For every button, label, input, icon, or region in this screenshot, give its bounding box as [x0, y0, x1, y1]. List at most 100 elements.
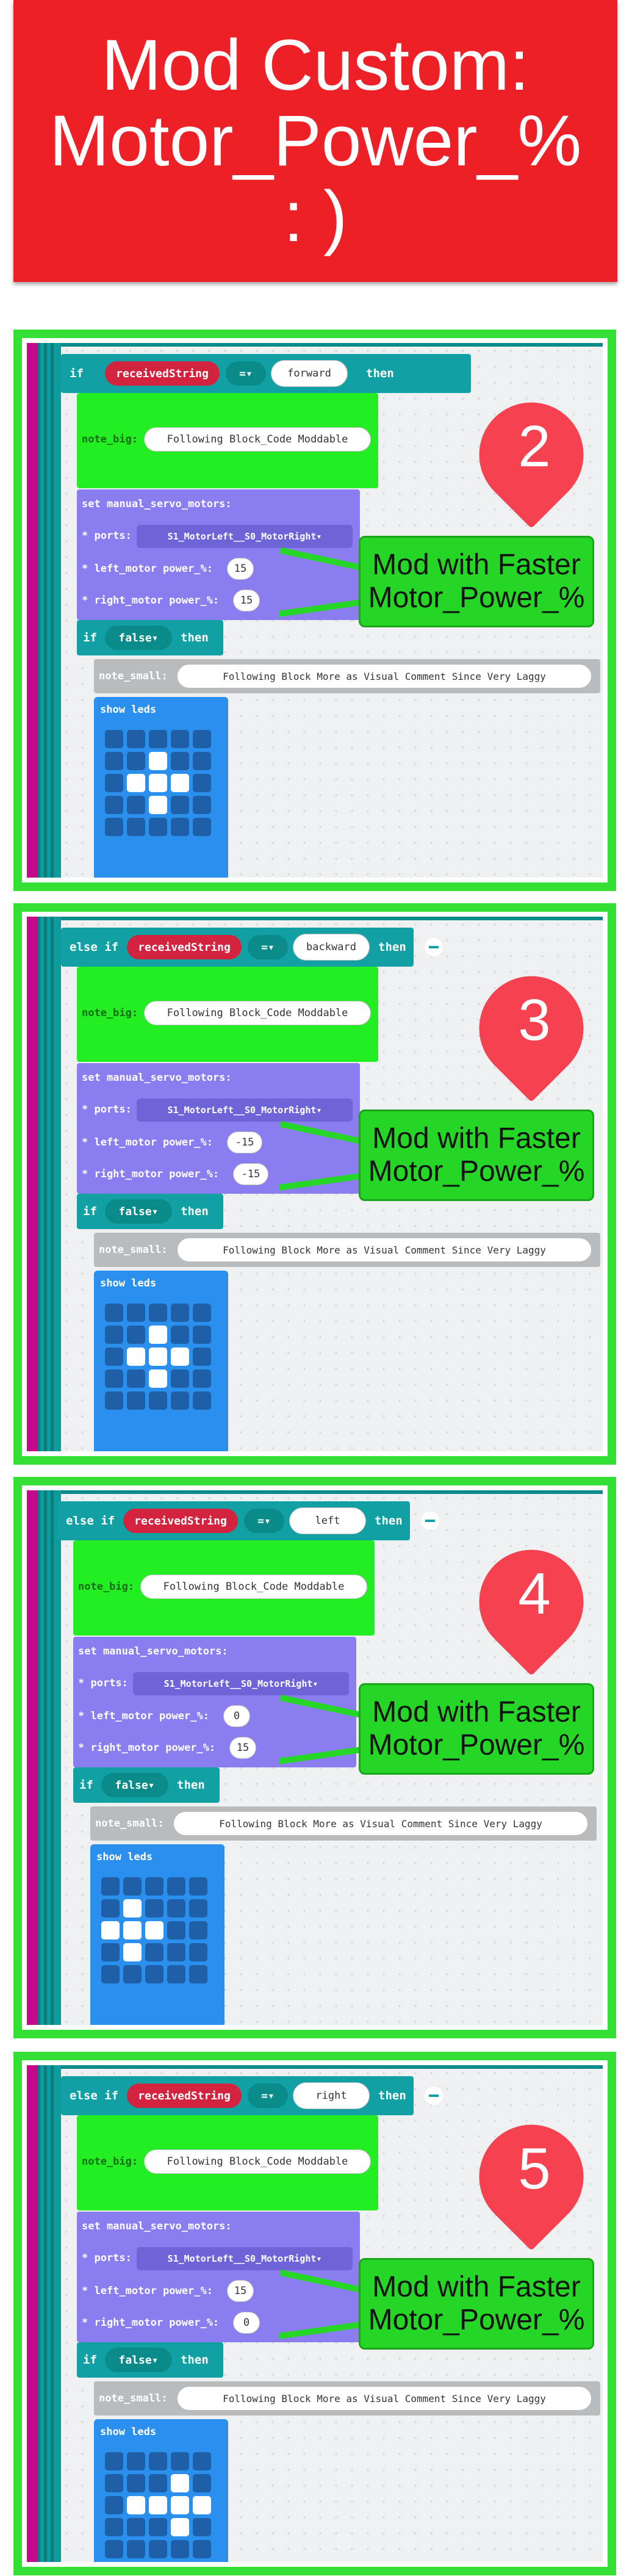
led-cell[interactable]: [101, 1943, 120, 1961]
led-cell[interactable]: [123, 1921, 142, 1939]
minus-circle-icon[interactable]: [425, 938, 443, 956]
led-cell[interactable]: [171, 1304, 189, 1322]
led-cell[interactable]: [105, 752, 123, 770]
note-small-block[interactable]: note_small: Following Block More as Visua…: [90, 1806, 597, 1841]
led-matrix[interactable]: [101, 1877, 207, 1983]
led-cell[interactable]: [167, 1943, 185, 1961]
led-cell[interactable]: [105, 2474, 123, 2492]
led-cell[interactable]: [149, 774, 167, 792]
if-false-block[interactable]: if false ▾ then: [73, 1767, 220, 1803]
led-cell[interactable]: [105, 2496, 123, 2514]
note-small-text-input[interactable]: Following Block More as Visual Comment S…: [173, 1811, 588, 1836]
if-false-block[interactable]: if false ▾ then: [77, 2342, 223, 2378]
led-cell[interactable]: [123, 1943, 142, 1961]
led-cell[interactable]: [167, 1965, 185, 1983]
led-cell[interactable]: [105, 730, 123, 748]
led-cell[interactable]: [145, 1877, 163, 1896]
led-cell[interactable]: [101, 1877, 120, 1896]
ports-dropdown[interactable]: S1_MotorLeft__S0_MotorRight ▾: [137, 2247, 353, 2270]
led-cell[interactable]: [189, 1943, 207, 1961]
ports-dropdown[interactable]: S1_MotorLeft__S0_MotorRight ▾: [137, 1099, 353, 1122]
led-cell[interactable]: [193, 774, 211, 792]
ports-dropdown[interactable]: S1_MotorLeft__S0_MotorRight ▾: [137, 525, 353, 548]
led-cell[interactable]: [193, 1304, 211, 1322]
left-motor-power-input[interactable]: 0: [223, 1705, 250, 1727]
left-motor-power-input[interactable]: 15: [227, 2280, 254, 2302]
led-cell[interactable]: [167, 1877, 185, 1896]
led-cell[interactable]: [127, 2496, 145, 2514]
led-cell[interactable]: [145, 1965, 163, 1983]
led-cell[interactable]: [149, 1304, 167, 1322]
led-cell[interactable]: [149, 2518, 167, 2536]
led-cell[interactable]: [193, 818, 211, 836]
led-cell[interactable]: [149, 1369, 167, 1388]
led-cell[interactable]: [193, 1348, 211, 1366]
variable-receivedString[interactable]: receivedString: [105, 361, 220, 386]
led-cell[interactable]: [105, 2540, 123, 2558]
led-cell[interactable]: [127, 2474, 145, 2492]
led-cell[interactable]: [149, 2496, 167, 2514]
led-cell[interactable]: [127, 796, 145, 814]
right-motor-power-input[interactable]: 15: [233, 590, 260, 612]
led-cell[interactable]: [127, 1348, 145, 1366]
led-cell[interactable]: [171, 818, 189, 836]
if-false-block[interactable]: if false ▾ then: [77, 1194, 223, 1229]
led-cell[interactable]: [105, 1369, 123, 1388]
right-motor-power-input[interactable]: -15: [233, 1163, 268, 1185]
right-motor-power-input[interactable]: 15: [229, 1737, 256, 1759]
led-cell[interactable]: [127, 2452, 145, 2470]
note-small-block[interactable]: note_small: Following Block More as Visua…: [94, 659, 600, 693]
led-cell[interactable]: [149, 1391, 167, 1410]
led-cell[interactable]: [171, 1348, 189, 1366]
led-cell[interactable]: [101, 1921, 120, 1939]
led-cell[interactable]: [105, 774, 123, 792]
led-cell[interactable]: [149, 2474, 167, 2492]
led-cell[interactable]: [171, 2540, 189, 2558]
led-cell[interactable]: [171, 730, 189, 748]
led-cell[interactable]: [193, 2540, 211, 2558]
led-cell[interactable]: [193, 730, 211, 748]
note-big-text-input[interactable]: Following Block_Code Moddable: [144, 427, 371, 452]
led-cell[interactable]: [171, 2496, 189, 2514]
direction-string-input[interactable]: left: [289, 1507, 366, 1534]
led-cell[interactable]: [149, 1326, 167, 1344]
led-cell[interactable]: [145, 1921, 163, 1939]
led-cell[interactable]: [127, 730, 145, 748]
led-cell[interactable]: [171, 796, 189, 814]
note-small-block[interactable]: note_small: Following Block More as Visua…: [94, 1233, 600, 1267]
led-cell[interactable]: [193, 752, 211, 770]
led-cell[interactable]: [127, 2518, 145, 2536]
led-cell[interactable]: [193, 1369, 211, 1388]
led-cell[interactable]: [145, 1899, 163, 1918]
variable-receivedString[interactable]: receivedString: [127, 935, 242, 959]
led-cell[interactable]: [149, 1348, 167, 1366]
led-cell[interactable]: [105, 1348, 123, 1366]
led-cell[interactable]: [193, 2474, 211, 2492]
led-cell[interactable]: [171, 2452, 189, 2470]
show-leds-block[interactable]: show leds: [94, 697, 228, 878]
false-dropdown[interactable]: false ▾: [105, 626, 172, 650]
led-matrix[interactable]: [105, 1304, 211, 1410]
note-big-block[interactable]: note_big: Following Block_Code Moddable: [73, 1540, 375, 1636]
note-big-block[interactable]: note_big: Following Block_Code Moddable: [77, 967, 378, 1062]
led-cell[interactable]: [127, 1369, 145, 1388]
led-cell[interactable]: [171, 1391, 189, 1410]
false-dropdown[interactable]: false ▾: [105, 2348, 172, 2372]
led-cell[interactable]: [127, 752, 145, 770]
led-cell[interactable]: [193, 1391, 211, 1410]
led-cell[interactable]: [149, 730, 167, 748]
show-leds-block[interactable]: show leds: [94, 2419, 228, 2562]
led-cell[interactable]: [167, 1921, 185, 1939]
operator-dropdown[interactable]: = ▾: [226, 361, 266, 386]
led-cell[interactable]: [145, 1943, 163, 1961]
led-cell[interactable]: [193, 2496, 211, 2514]
left-motor-power-input[interactable]: 15: [227, 558, 254, 580]
led-cell[interactable]: [193, 2452, 211, 2470]
led-cell[interactable]: [101, 1965, 120, 1983]
led-cell[interactable]: [171, 774, 189, 792]
if-block[interactable]: if receivedString = ▾ forward then: [61, 354, 471, 393]
led-cell[interactable]: [123, 1965, 142, 1983]
led-cell[interactable]: [171, 1326, 189, 1344]
note-small-block[interactable]: note_small: Following Block More as Visua…: [94, 2381, 600, 2415]
led-matrix[interactable]: [105, 2452, 211, 2558]
